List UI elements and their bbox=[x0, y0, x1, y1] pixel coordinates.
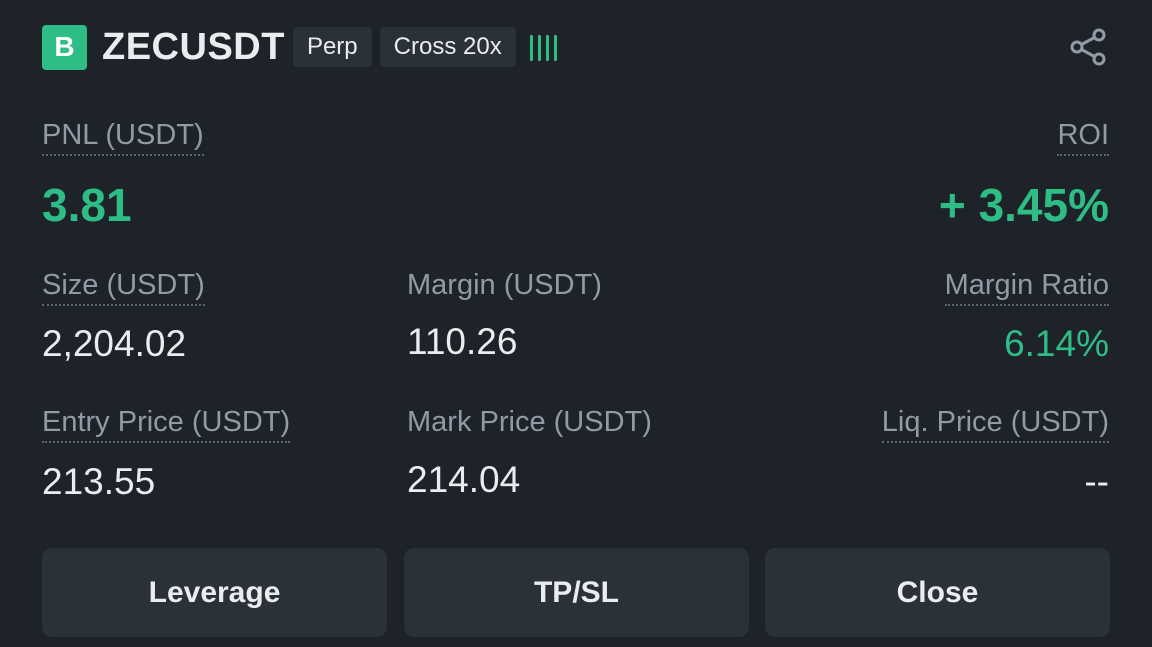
tpsl-button[interactable]: TP/SL bbox=[404, 548, 749, 637]
side-badge: B bbox=[42, 24, 87, 70]
margin-value: 110.26 bbox=[407, 321, 518, 362]
entry-price-value: 213.55 bbox=[42, 461, 156, 502]
size-label[interactable]: Size (USDT) bbox=[42, 268, 205, 306]
contract-type-tag: Perp bbox=[292, 27, 372, 67]
share-icon[interactable] bbox=[1068, 26, 1110, 68]
margin-ratio-label[interactable]: Margin Ratio bbox=[944, 268, 1109, 306]
pnl-label[interactable]: PNL (USDT) bbox=[42, 118, 204, 156]
leverage-button[interactable]: Leverage bbox=[42, 548, 387, 637]
roi-label[interactable]: ROI bbox=[1057, 118, 1109, 156]
position-header: B ZECUSDT Perp Cross 20x bbox=[42, 24, 1110, 70]
mark-price-value: 214.04 bbox=[407, 459, 521, 500]
margin-label: Margin (USDT) bbox=[407, 269, 602, 301]
size-value: 2,204.02 bbox=[42, 323, 187, 364]
mark-price-label: Mark Price (USDT) bbox=[407, 406, 652, 438]
margin-ratio-value: 6.14% bbox=[1004, 323, 1109, 364]
entry-price-label[interactable]: Entry Price (USDT) bbox=[42, 405, 291, 443]
margin-mode-tag[interactable]: Cross 20x bbox=[379, 27, 516, 67]
liq-price-value: -- bbox=[1084, 461, 1109, 502]
liq-price-label[interactable]: Liq. Price (USDT) bbox=[881, 405, 1109, 443]
roi-value: + 3.45% bbox=[938, 179, 1109, 231]
adl-indicator-icon[interactable] bbox=[529, 33, 557, 61]
pnl-value: 3.81 bbox=[42, 179, 132, 231]
symbol-title[interactable]: ZECUSDT bbox=[102, 26, 285, 69]
close-position-button[interactable]: Close bbox=[765, 548, 1110, 637]
